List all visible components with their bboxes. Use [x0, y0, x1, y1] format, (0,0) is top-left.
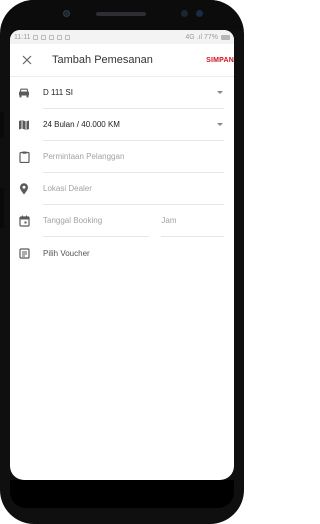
clipboard-icon — [17, 150, 31, 164]
status-time: 11:11 — [14, 33, 31, 41]
phone-top-bezel — [0, 0, 244, 30]
map-icon — [17, 118, 31, 132]
notification-icon — [33, 34, 39, 40]
customer-request-row[interactable]: Permintaan Pelanggan — [10, 141, 234, 173]
save-button[interactable]: SIMPAN — [206, 57, 234, 64]
customer-request-placeholder: Permintaan Pelanggan — [43, 152, 125, 161]
voucher-row[interactable]: Pilih Voucher — [10, 237, 234, 269]
dropdown-arrow-icon — [217, 91, 223, 94]
close-icon[interactable] — [20, 53, 34, 67]
vehicle-select[interactable]: D 111 SI — [43, 77, 224, 109]
package-row[interactable]: 24 Bulan / 40.000 KM — [10, 109, 234, 141]
car-icon — [17, 86, 31, 100]
status-bar: 11:11 4G .ıl 77% — [10, 30, 234, 44]
notification-icon — [65, 34, 71, 40]
status-signal-text: 4G .ıl 77% — [185, 33, 218, 41]
vehicle-value: D 111 SI — [43, 88, 73, 97]
phone-frame: 11:11 4G .ıl 77% Tambah Pemesanan SIMPAN — [0, 0, 244, 524]
package-value: 24 Bulan / 40.000 KM — [43, 120, 120, 129]
voucher-placeholder: Pilih Voucher — [43, 248, 90, 258]
dealer-location-input[interactable]: Lokasi Dealer — [43, 173, 224, 205]
notification-icon — [57, 34, 63, 40]
notification-icon — [49, 34, 55, 40]
customer-request-input[interactable]: Permintaan Pelanggan — [43, 141, 224, 173]
dropdown-arrow-icon — [217, 123, 223, 126]
booking-date-input[interactable]: Tanggal Booking — [43, 205, 150, 237]
bixby-button — [0, 188, 4, 228]
volume-button — [0, 112, 4, 138]
location-pin-icon — [17, 182, 31, 196]
voucher-icon — [17, 246, 31, 260]
booking-date-placeholder: Tanggal Booking — [43, 216, 103, 225]
dealer-location-row[interactable]: Lokasi Dealer — [10, 173, 234, 205]
booking-time-input[interactable]: Jam — [161, 205, 224, 237]
front-camera — [63, 10, 70, 17]
booking-row: Tanggal Booking Jam — [10, 205, 234, 237]
app-bar: Tambah Pemesanan SIMPAN — [10, 44, 234, 77]
booking-time-placeholder: Jam — [161, 216, 177, 225]
booking-fields: Tanggal Booking Jam — [43, 205, 224, 237]
voucher-select[interactable]: Pilih Voucher — [43, 237, 224, 269]
battery-icon — [221, 34, 230, 40]
earpiece-speaker — [96, 12, 146, 16]
sensor — [181, 10, 188, 17]
front-camera-secondary — [196, 10, 203, 17]
navigation-bar — [10, 480, 234, 508]
dealer-location-placeholder: Lokasi Dealer — [43, 184, 92, 193]
notification-icon — [41, 34, 47, 40]
calendar-icon — [17, 214, 31, 228]
page-title: Tambah Pemesanan — [52, 54, 153, 66]
vehicle-row[interactable]: D 111 SI — [10, 77, 234, 109]
app-screen: 11:11 4G .ıl 77% Tambah Pemesanan SIMPAN — [10, 30, 234, 480]
package-select[interactable]: 24 Bulan / 40.000 KM — [43, 109, 224, 141]
